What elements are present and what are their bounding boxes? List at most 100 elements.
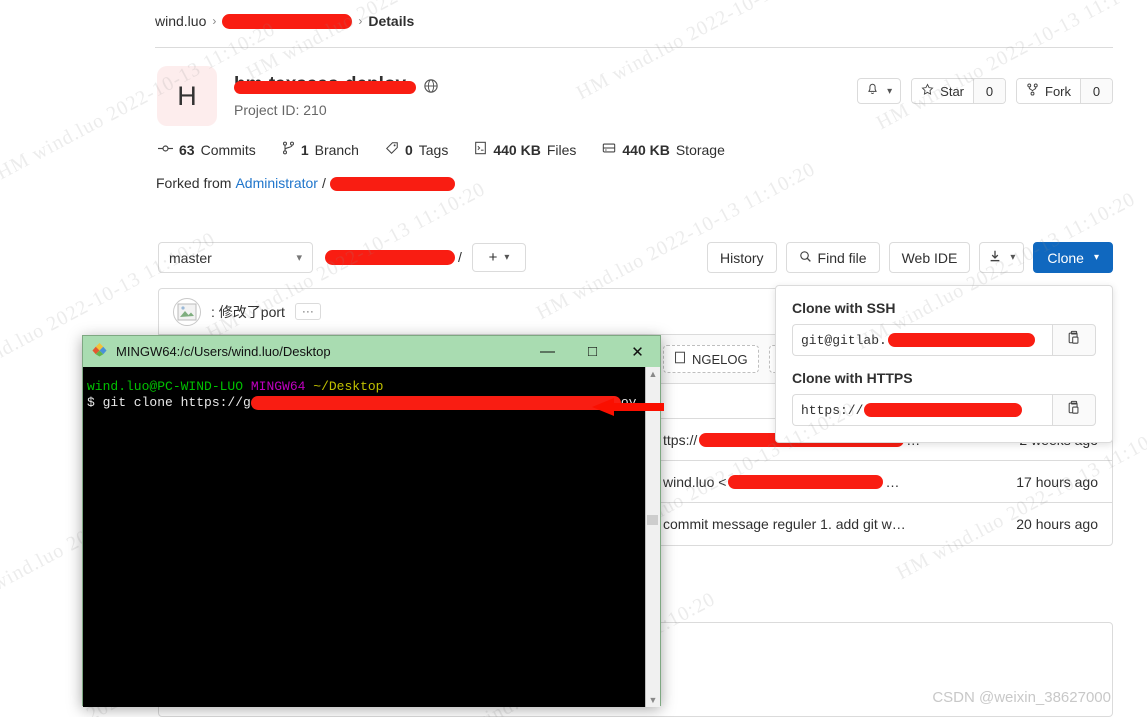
star-icon (921, 83, 934, 99)
add-to-tree-button[interactable]: + ▾ (472, 243, 526, 272)
branch-selector[interactable]: master ▾ (158, 242, 313, 273)
clone-dropdown-panel: Clone with SSH git@gitlab. Clone with HT… (775, 285, 1113, 443)
fork-button-group[interactable]: Fork 0 (1016, 78, 1113, 104)
download-dropdown-button[interactable]: ▾ (979, 242, 1025, 273)
clone-ssh-input[interactable]: git@gitlab. (792, 324, 1052, 356)
repo-path-redacted[interactable] (325, 250, 455, 265)
clone-https-row: https:// (792, 394, 1096, 426)
stat-branch-label: Branch (314, 141, 359, 158)
clone-button[interactable]: Clone ▾ (1033, 242, 1113, 273)
clipboard-icon (1067, 330, 1081, 350)
project-avatar: H (157, 66, 217, 126)
chevron-down-icon: ▾ (504, 252, 510, 263)
chevron-down-icon: ▾ (296, 252, 302, 264)
avatar (173, 297, 201, 326)
chevron-down-icon: ▾ (1093, 252, 1099, 263)
terminal-prompt-user: wind.luo@PC-WIND-LUO (87, 379, 244, 394)
terminal-prompt-line: wind.luo@PC-WIND-LUO MINGW64 ~/Desktop (87, 379, 645, 395)
stat-storage-count: 440 KB (622, 141, 670, 158)
stat-commits[interactable]: 63 Commits (158, 142, 256, 158)
file-commit-text: wind.luo < (663, 473, 727, 490)
terminal-title-bar[interactable]: MINGW64:/c/Users/wind.luo/Desktop — □ ✕ (83, 336, 660, 367)
clone-https-label: Clone with HTTPS (792, 370, 913, 386)
web-ide-button[interactable]: Web IDE (888, 242, 971, 273)
clone-ssh-value: git@gitlab. (801, 332, 887, 348)
file-commit-text: ttps:// (663, 431, 698, 448)
project-avatar-initial: H (177, 80, 197, 111)
stat-tags-label: Tags (418, 141, 449, 158)
forked-prefix: Forked from (156, 175, 232, 191)
history-button[interactable]: History (706, 242, 777, 273)
terminal-prompt-shell: MINGW64 (250, 379, 306, 394)
breadcrumb-project-redacted[interactable] (222, 13, 353, 29)
commit-message: : 修改了port (211, 303, 285, 320)
terminal-command-prefix: $ git clone https://g (87, 395, 251, 410)
stat-branch-count: 1 (300, 141, 309, 158)
project-actions: ▾ Star 0 Fork 0 (857, 78, 1113, 104)
terminal-body[interactable]: wind.luo@PC-WIND-LUO MINGW64 ~/Desktop $… (83, 367, 660, 707)
history-label: History (719, 249, 764, 266)
breadcrumb-root[interactable]: wind.luo (155, 13, 206, 29)
terminal-title: MINGW64:/c/Users/wind.luo/Desktop (116, 344, 331, 359)
web-ide-label: Web IDE (901, 249, 958, 266)
branch-icon (282, 141, 295, 158)
find-file-button[interactable]: Find file (785, 242, 880, 273)
annotation-arrow-icon (592, 396, 664, 423)
terminal-window[interactable]: MINGW64:/c/Users/wind.luo/Desktop — □ ✕ … (82, 335, 661, 707)
maximize-button[interactable]: □ (570, 336, 615, 367)
copy-https-button[interactable] (1052, 394, 1096, 426)
download-icon (988, 249, 1002, 266)
file-icon (674, 351, 686, 367)
storage-icon (602, 141, 616, 158)
branch-selector-value: master (169, 249, 212, 266)
fork-count: 0 (1080, 79, 1112, 103)
breadcrumb: wind.luo › › Details (155, 13, 414, 29)
changelog-label: NGELOG (692, 351, 748, 367)
scroll-up-icon[interactable]: ▲ (649, 369, 658, 379)
forked-project-redacted[interactable] (329, 176, 455, 191)
file-icon (474, 141, 487, 158)
changelog-button[interactable]: NGELOG (663, 345, 759, 373)
breadcrumb-separator: › (212, 14, 217, 28)
commit-options-button[interactable]: ··· (294, 303, 321, 320)
clone-ssh-label: Clone with SSH (792, 300, 896, 316)
star-button[interactable]: Star (912, 79, 973, 103)
scrollbar-thumb[interactable] (647, 515, 658, 525)
notification-dropdown-button[interactable]: ▾ (857, 78, 902, 104)
forked-separator: / (321, 175, 326, 191)
stat-branch[interactable]: 1 Branch (282, 141, 359, 158)
project-id: Project ID: 210 (234, 102, 327, 118)
stat-files[interactable]: 440 KB Files (474, 141, 576, 158)
stat-storage[interactable]: 440 KB Storage (602, 141, 725, 158)
minimize-button[interactable]: — (525, 336, 570, 367)
stat-commits-label: Commits (200, 141, 256, 158)
stat-files-count: 440 KB (493, 141, 541, 158)
stat-tags-count: 0 (404, 141, 413, 158)
forked-owner-link[interactable]: Administrator (235, 175, 317, 191)
fork-icon (1026, 83, 1039, 99)
stat-files-label: Files (546, 141, 577, 158)
clone-ssh-row: git@gitlab. (792, 324, 1096, 356)
chevron-down-icon: ▾ (887, 85, 893, 97)
star-label: Star (940, 83, 964, 99)
stat-commits-count: 63 (179, 141, 195, 158)
terminal-window-controls: — □ ✕ (525, 336, 660, 367)
breadcrumb-current[interactable]: Details (368, 13, 414, 29)
file-last-update: 20 hours ago (1016, 516, 1098, 532)
scroll-down-icon[interactable]: ▼ (649, 695, 658, 705)
forked-from: Forked from Administrator / (156, 175, 455, 191)
star-button-group[interactable]: Star 0 (911, 78, 1006, 104)
bell-icon (866, 83, 879, 99)
clone-https-input[interactable]: https:// (792, 394, 1052, 426)
fork-button[interactable]: Fork (1017, 79, 1080, 103)
file-last-update: 17 hours ago (1016, 473, 1098, 490)
plus-icon: + (488, 249, 498, 266)
copy-ssh-button[interactable] (1052, 324, 1096, 356)
repo-toolbar: History Find file Web IDE ▾ Clone ▾ (706, 242, 1113, 273)
page-title: hm-taxsaas-deploy (234, 74, 416, 96)
stat-tags[interactable]: 0 Tags (385, 141, 448, 158)
terminal-command-line: $ git clone https://goy.git (87, 395, 645, 411)
clone-label: Clone (1047, 249, 1084, 266)
path-separator: / (458, 249, 462, 265)
close-button[interactable]: ✕ (615, 336, 660, 367)
